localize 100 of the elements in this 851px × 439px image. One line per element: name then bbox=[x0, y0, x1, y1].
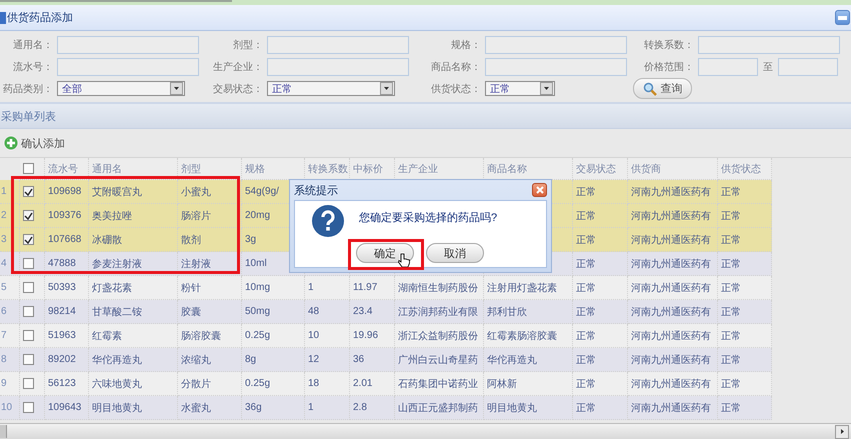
table-cell: 89202 bbox=[48, 354, 76, 365]
table-cell-text: 浙江众益制药股份 bbox=[398, 330, 478, 342]
field-label: 价格范围： bbox=[644, 60, 694, 74]
table-cell: 107668 bbox=[48, 234, 82, 245]
table-cell-text: 参麦注射液 bbox=[92, 258, 142, 270]
column-header: 流水号 bbox=[48, 162, 78, 176]
table-cell-text: 正常 bbox=[721, 306, 741, 318]
table-cell-text: 胶囊 bbox=[181, 306, 201, 318]
table-cell-text: 河南九州通医药有 bbox=[631, 306, 711, 318]
row-number: 10 bbox=[1, 402, 12, 413]
column-header: 通用名 bbox=[92, 162, 122, 176]
table-cell: 109698 bbox=[48, 186, 82, 197]
field-label: 交易状态： bbox=[213, 82, 263, 96]
table-cell-text: 正常 bbox=[576, 306, 596, 318]
field-label: 流水号： bbox=[13, 60, 53, 74]
table-cell: 10 bbox=[308, 330, 320, 341]
column-header: 交易状态 bbox=[576, 162, 616, 176]
table-cell-text: 正常 bbox=[576, 234, 596, 246]
column-header: 供货商 bbox=[631, 162, 661, 176]
table-cell-text: 艾附暖宫丸 bbox=[92, 186, 142, 198]
table-cell: 54g(9g/ bbox=[245, 186, 279, 197]
table-cell: 56123 bbox=[48, 378, 76, 389]
dialog-title: 系统提示 bbox=[294, 184, 338, 198]
table-cell-text: 河南九州通医药有 bbox=[631, 402, 711, 414]
table-cell: 47888 bbox=[48, 258, 76, 269]
table-cell-text: 正常 bbox=[576, 258, 596, 270]
dialog-message: 您确定要采购选择的药品吗? bbox=[359, 210, 498, 225]
table-cell-text: 正常 bbox=[721, 378, 741, 390]
table-cell-text: 正常 bbox=[576, 330, 596, 342]
table-cell-text: 小蜜丸 bbox=[181, 186, 211, 198]
table-cell-text: 正常 bbox=[721, 234, 741, 246]
table-cell-text: 河南九州通医药有 bbox=[631, 186, 711, 198]
field-label: 药品类别： bbox=[3, 82, 53, 96]
table-cell-text: 正常 bbox=[721, 330, 741, 342]
table-cell-text: 灯盏花素 bbox=[92, 282, 132, 294]
column-header: 商品名称 bbox=[487, 162, 527, 176]
table-cell-text: 正常 bbox=[576, 210, 596, 222]
table-cell-text: 正常 bbox=[576, 282, 596, 294]
table-cell-text: 红霉素 bbox=[92, 330, 122, 342]
table-cell: 23.4 bbox=[353, 306, 372, 317]
table-cell: 51963 bbox=[48, 330, 76, 341]
table-cell: 36g bbox=[245, 402, 262, 413]
table-cell-text: 河南九州通医药有 bbox=[631, 378, 711, 390]
row-number: 5 bbox=[1, 282, 7, 293]
table-cell-text: 河南九州通医药有 bbox=[631, 330, 711, 342]
table-cell: 18 bbox=[308, 378, 320, 389]
table-cell-text: 甘草酸二铵 bbox=[92, 306, 142, 318]
table-cell: 48 bbox=[308, 306, 320, 317]
table-cell-text: 湖南恒生制药股份 bbox=[398, 282, 478, 294]
table-cell-text: 正常 bbox=[721, 258, 741, 270]
table-cell: 19.96 bbox=[353, 330, 378, 341]
column-header: 规格 bbox=[245, 162, 265, 176]
table-cell-text: 冰硼散 bbox=[92, 234, 122, 246]
row-number: 6 bbox=[1, 306, 7, 317]
table-cell: 98214 bbox=[48, 306, 76, 317]
table-cell-text: 河南九州通医药有 bbox=[631, 210, 711, 222]
table-cell-text: 注射液 bbox=[181, 258, 211, 270]
row-number: 4 bbox=[1, 258, 7, 269]
table-cell: 3g bbox=[245, 234, 256, 245]
field-label: 剂型： bbox=[233, 38, 263, 52]
table-cell: 2.01 bbox=[353, 378, 372, 389]
table-cell-text: 河南九州通医药有 bbox=[631, 282, 711, 294]
table-cell-text: 分散片 bbox=[181, 378, 211, 390]
table-cell: 11.97 bbox=[353, 282, 378, 293]
table-cell: 0.25g bbox=[245, 378, 270, 389]
table-cell: 20mg bbox=[245, 210, 270, 221]
field-label: 供货状态： bbox=[431, 82, 481, 96]
panel-title: 供货药品添加 bbox=[7, 10, 73, 25]
table-cell: 1 bbox=[308, 402, 314, 413]
field-label: 转换系数： bbox=[644, 38, 694, 52]
table-cell: 109643 bbox=[48, 402, 82, 413]
table-cell-text: 华佗再造丸 bbox=[487, 354, 537, 366]
table-cell-text: 明目地黄丸 bbox=[487, 402, 537, 414]
table-cell-text: 正常 bbox=[721, 402, 741, 414]
table-cell-text: 六味地黄丸 bbox=[92, 378, 142, 390]
table-cell-text: 红霉素肠溶胶囊 bbox=[487, 330, 557, 342]
row-number: 8 bbox=[1, 354, 7, 365]
table-cell: 12 bbox=[308, 354, 320, 365]
table-cell-text: 浓缩丸 bbox=[181, 354, 211, 366]
table-cell-text: 注射用灯盏花素 bbox=[487, 282, 557, 294]
table-cell-text: 水蜜丸 bbox=[181, 402, 211, 414]
table-cell-text: 正常 bbox=[721, 354, 741, 366]
table-cell: 10ml bbox=[245, 258, 267, 269]
table-cell-text: 阿林新 bbox=[487, 378, 517, 390]
table-cell-text: 正常 bbox=[576, 378, 596, 390]
section-title: 采购单列表 bbox=[1, 110, 56, 124]
range-separator: 至 bbox=[763, 60, 773, 74]
table-cell-text: 肠溶片 bbox=[181, 210, 211, 222]
field-label: 商品名称： bbox=[431, 60, 481, 74]
table-cell-text: 正常 bbox=[576, 402, 596, 414]
table-cell-text: 明目地黄丸 bbox=[92, 402, 142, 414]
table-cell-text: 正常 bbox=[721, 210, 741, 222]
table-cell-text: 散剂 bbox=[181, 234, 201, 246]
field-label: 规格： bbox=[451, 38, 481, 52]
table-cell-text: 正常 bbox=[721, 186, 741, 198]
row-number: 7 bbox=[1, 330, 7, 341]
row-number: 9 bbox=[1, 378, 7, 389]
table-cell-text: 华佗再造丸 bbox=[92, 354, 142, 366]
table-cell-text: 石药集团中诺药业 bbox=[398, 378, 478, 390]
field-label: 通用名： bbox=[13, 38, 53, 52]
